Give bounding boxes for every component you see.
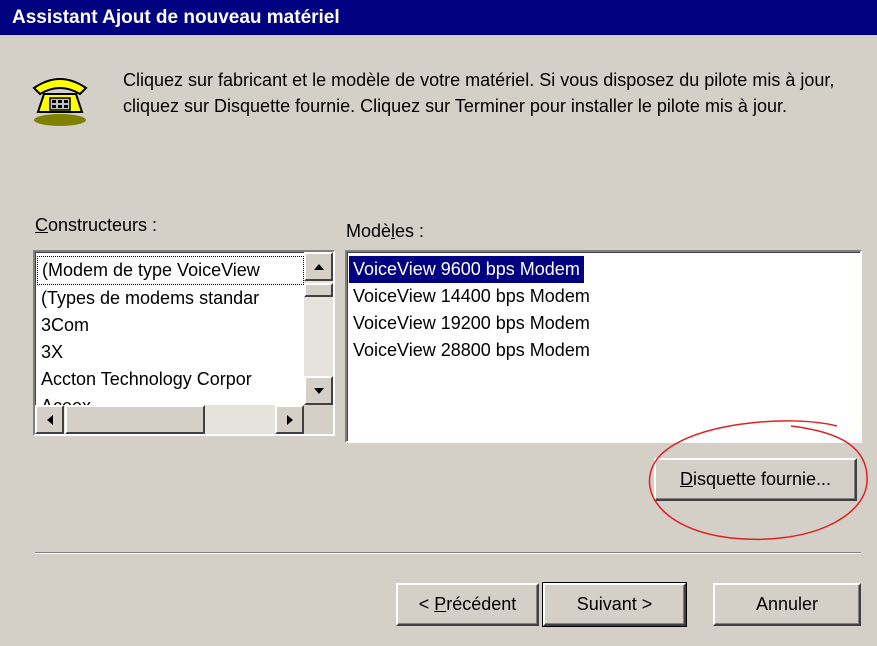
back-label: < Précédent	[419, 594, 517, 615]
manufacturer-item[interactable]: 3X	[37, 339, 304, 366]
vertical-scroll-thumb[interactable]	[304, 283, 333, 297]
title-bar: Assistant Ajout de nouveau matériel	[0, 0, 877, 35]
models-label-pre: Modè	[346, 221, 392, 241]
scroll-up-button[interactable]	[304, 252, 333, 281]
models-label-post: es :	[395, 221, 425, 241]
instruction-text: Cliquez sur fabricant et le modèle de vo…	[123, 70, 835, 116]
cancel-button[interactable]: Annuler	[713, 583, 861, 626]
telephone-icon	[32, 78, 88, 126]
next-button[interactable]: Suivant >	[542, 582, 687, 627]
manufacturers-label-rest: onstructeurs :	[48, 215, 158, 235]
model-item-selected[interactable]: VoiceView 9600 bps Modem	[349, 256, 584, 283]
manufacturer-item[interactable]: (Modem de type VoiceView	[37, 256, 304, 285]
manufacturers-label: Constructeurs :	[35, 215, 157, 236]
arrow-left-icon	[46, 414, 53, 425]
manufacturers-label-accel: C	[35, 215, 48, 235]
scrollbar-corner	[304, 405, 333, 434]
red-circle-annotation	[648, 420, 868, 540]
scroll-down-button[interactable]	[304, 376, 333, 405]
arrow-up-icon	[313, 263, 324, 270]
back-accel: P	[434, 594, 447, 614]
models-label: Modèles :	[346, 221, 424, 242]
model-item[interactable]: VoiceView 28800 bps Modem	[349, 337, 858, 364]
manufacturer-item[interactable]: Accton Technology Corpor	[37, 366, 304, 393]
arrow-down-icon	[313, 387, 324, 394]
models-listbox[interactable]: VoiceView 9600 bps Modem VoiceView 14400…	[345, 250, 862, 443]
arrow-right-icon	[286, 414, 293, 425]
scroll-right-button[interactable]	[275, 405, 304, 434]
window-title: Assistant Ajout de nouveau matériel	[12, 6, 340, 28]
manufacturer-item[interactable]: 3Com	[37, 312, 304, 339]
back-pre: <	[418, 594, 435, 614]
manufacturer-item[interactable]: (Types de modems standar	[37, 285, 304, 312]
next-label: Suivant >	[576, 594, 653, 614]
cancel-label: Annuler	[755, 594, 819, 614]
manufacturers-items: (Modem de type VoiceView (Types de modem…	[37, 256, 304, 420]
horizontal-scroll-thumb[interactable]	[65, 405, 205, 434]
separator	[35, 552, 861, 554]
models-items: VoiceView 9600 bps Modem VoiceView 14400…	[349, 256, 858, 364]
scroll-left-button[interactable]	[35, 405, 64, 434]
horizontal-scrollbar[interactable]	[35, 405, 333, 434]
back-rest: récédent	[446, 594, 517, 614]
manufacturers-listbox[interactable]: (Modem de type VoiceView (Types de modem…	[33, 250, 335, 436]
vertical-scrollbar[interactable]	[304, 252, 333, 405]
model-item[interactable]: VoiceView 14400 bps Modem	[349, 283, 858, 310]
back-button[interactable]: < Précédent	[396, 583, 539, 626]
model-item[interactable]: VoiceView 19200 bps Modem	[349, 310, 858, 337]
